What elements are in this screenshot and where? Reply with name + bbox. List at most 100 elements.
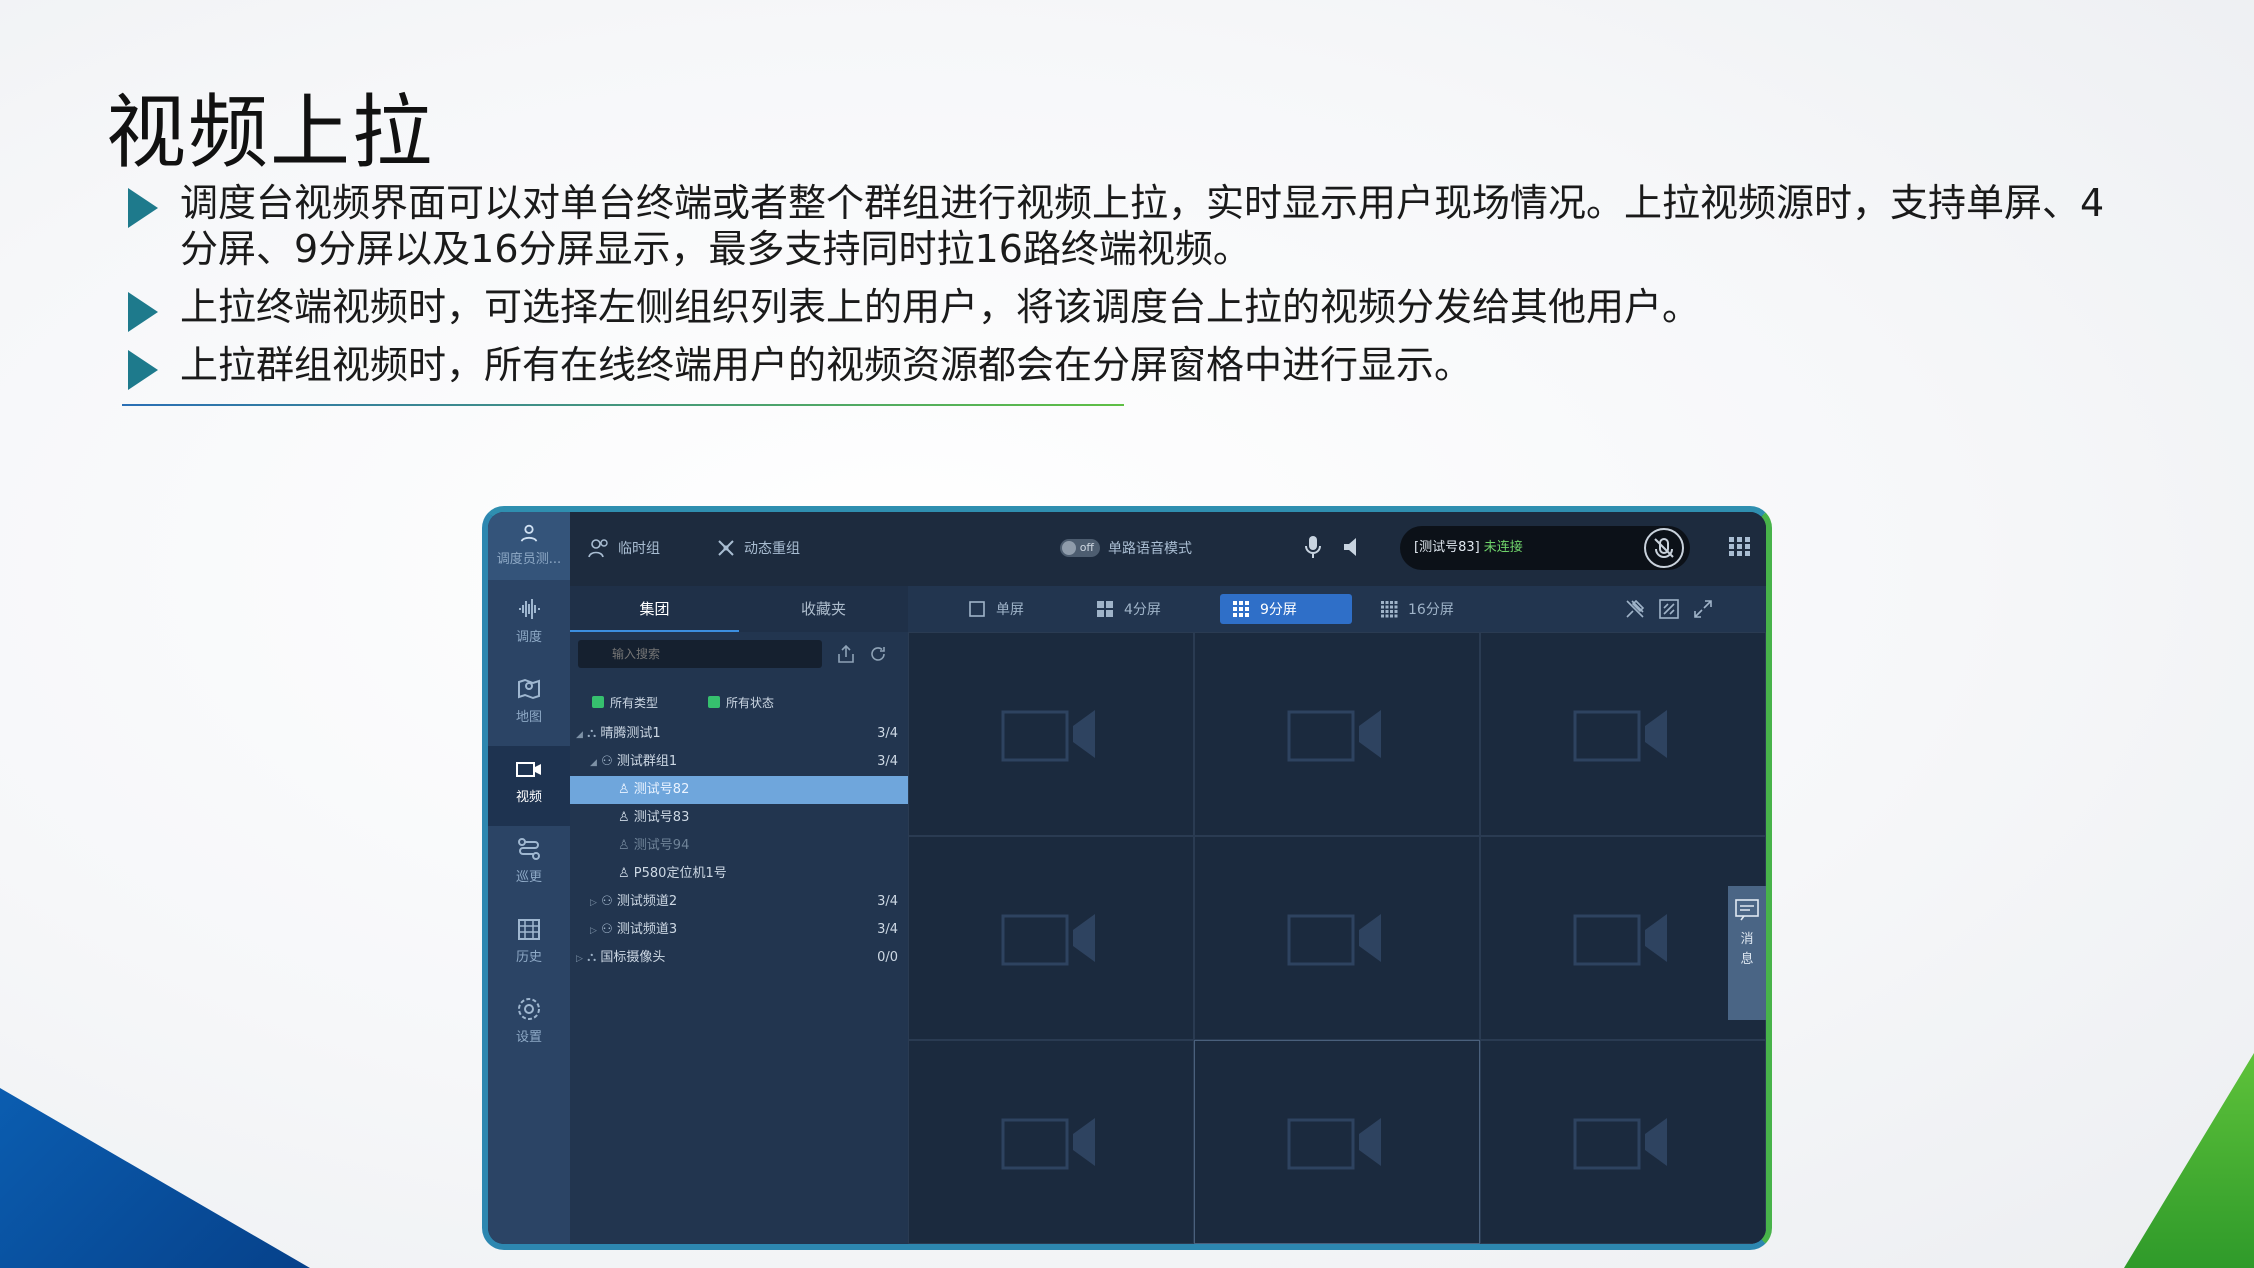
video-cell[interactable]: [1480, 632, 1766, 836]
microphone-icon: [1305, 536, 1321, 558]
tree-row[interactable]: ▷ ⚇ 测试频道3 3/4: [570, 916, 908, 944]
app-grid-button[interactable]: [1728, 536, 1752, 558]
video-cell[interactable]: [1194, 836, 1480, 1040]
title-divider: [122, 404, 1124, 406]
nav-history[interactable]: 历史: [488, 906, 570, 986]
bullet-text: 调度台视频界面可以对单台终端或者整个群组进行视频上拉，实时显示用户现场情况。上拉…: [180, 181, 2105, 271]
speaker-button[interactable]: [1342, 536, 1364, 558]
bullet-triangle-icon: [128, 350, 158, 390]
tab-favorites[interactable]: 收藏夹: [739, 586, 908, 632]
speaker-icon: [1344, 538, 1356, 556]
nav-label: 视频: [515, 790, 542, 805]
tree-row[interactable]: ▷ ⚇ 测试频道2 3/4: [570, 888, 908, 916]
message-icon: [1735, 899, 1759, 921]
video-cell[interactable]: [1194, 632, 1480, 836]
tree-row[interactable]: ♙ P580定位机1号: [570, 860, 908, 888]
layout-sixteen-button[interactable]: 16分屏: [1368, 594, 1466, 624]
nav-label: 调度: [515, 630, 542, 645]
ptt-button[interactable]: [1644, 528, 1684, 568]
tree-row-offline[interactable]: ♙ 测试号94: [570, 832, 908, 860]
nav-label: 地图: [515, 710, 542, 725]
video-cell[interactable]: [1480, 836, 1766, 1040]
search-input[interactable]: [578, 640, 822, 668]
video-settings-icon[interactable]: [1658, 598, 1680, 620]
bullet-triangle-icon: [128, 292, 158, 332]
group-icon: ⚇: [601, 894, 613, 909]
map-icon: [518, 678, 540, 700]
video-placeholder-icon: [1573, 914, 1667, 966]
nav-patrol[interactable]: 巡更: [488, 826, 570, 906]
user-icon: ♙: [618, 782, 630, 797]
filter-state[interactable]: 所有状态: [708, 694, 774, 711]
nav-user[interactable]: 调度员测...: [488, 512, 570, 580]
filter-state-label: 所有状态: [726, 696, 775, 710]
filter-type[interactable]: 所有类型: [592, 694, 658, 711]
video-cell[interactable]: [1480, 1040, 1766, 1244]
tree-row[interactable]: ▷ ⛬ 国标摄像头 0/0: [570, 944, 908, 972]
tree-row[interactable]: ♙ 测试号83: [570, 804, 908, 832]
panel-tabs: 集团 收藏夹: [570, 586, 908, 632]
left-nav: 调度员测... 调度 地图 视频 巡更 历史 设置: [488, 512, 570, 1244]
toggle-switch[interactable]: off: [1060, 539, 1100, 557]
nav-label: 历史: [515, 950, 542, 965]
video-cell[interactable]: [908, 836, 1194, 1040]
bullet-text: 上拉终端视频时，可选择左侧组织列表上的用户，将该调度台上拉的视频分发给其他用户。: [180, 285, 1701, 329]
user-icon: ♙: [618, 838, 630, 853]
app-grid-icon: [1729, 537, 1750, 556]
nav-dispatch[interactable]: 调度: [488, 586, 570, 666]
group-icon: ⚇: [601, 754, 613, 769]
sixteen-screen-icon: [1381, 601, 1398, 618]
status-state: 未连接: [1483, 540, 1523, 555]
nav-map[interactable]: 地图: [488, 666, 570, 746]
unpin-icon[interactable]: [1624, 598, 1646, 620]
group-icon: ⚇: [601, 922, 613, 937]
tab-group[interactable]: 集团: [570, 586, 739, 632]
tree-row[interactable]: ◢ ⛬ 晴腾测试1 3/4: [570, 720, 908, 748]
corner-decoration-green: [2124, 1053, 2254, 1268]
message-side-tab[interactable]: 消 息: [1728, 886, 1766, 1020]
temp-group-button[interactable]: 临时组: [588, 538, 660, 558]
layout-single-button[interactable]: 单屏: [956, 594, 1036, 624]
layout-four-button[interactable]: 4分屏: [1084, 594, 1173, 624]
single-voice-toggle[interactable]: off 单路语音模式: [1060, 538, 1192, 558]
layout-label: 4分屏: [1124, 602, 1161, 618]
dynamic-regroup-button[interactable]: 动态重组: [716, 538, 800, 558]
tree-row-selected[interactable]: ♙ 测试号82: [570, 776, 908, 804]
video-cell-selected[interactable]: [1194, 1040, 1480, 1244]
expand-caret-icon: ◢: [576, 730, 583, 740]
refresh-icon[interactable]: [868, 644, 888, 664]
tree-label: 国标摄像头: [600, 950, 666, 965]
video-placeholder-icon: [1001, 1118, 1095, 1170]
app-window: 调度员测... 调度 地图 视频 巡更 历史 设置 临时组 动态重组 off 单…: [482, 506, 1772, 1250]
org-tree: ◢ ⛬ 晴腾测试1 3/4 ◢ ⚇ 测试群组1 3/4 ♙ 测试号82 ♙ 测试…: [570, 720, 908, 972]
video-cell[interactable]: [908, 632, 1194, 836]
tree-label: 晴腾测试1: [600, 726, 661, 741]
fullscreen-icon[interactable]: [1692, 598, 1714, 620]
nav-settings[interactable]: 设置: [488, 986, 570, 1066]
checkbox-checked-icon: [708, 696, 721, 708]
nav-video[interactable]: 视频: [488, 746, 570, 826]
video-cell[interactable]: [908, 1040, 1194, 1244]
video-placeholder-icon: [1287, 1118, 1381, 1170]
top-toolbar: 临时组 动态重组 off 单路语音模式 [测试号83] 未连接: [570, 512, 1766, 586]
collapse-caret-icon: ▷: [590, 898, 597, 908]
video-grid-9: [908, 632, 1766, 1244]
org-icon: ⛬: [587, 726, 597, 741]
tree-row[interactable]: ◢ ⚇ 测试群组1 3/4: [570, 748, 908, 776]
waveform-icon: [519, 599, 540, 619]
bullet-triangle-icon: [128, 188, 158, 228]
expand-caret-icon: ◢: [590, 758, 597, 768]
filter-row: 所有类型 所有状态: [592, 694, 774, 711]
tree-label: 测试群组1: [616, 754, 678, 769]
microphone-button[interactable]: [1304, 534, 1322, 560]
video-camera-icon: [516, 762, 541, 777]
tree-count: 3/4: [877, 922, 898, 937]
export-icon[interactable]: [836, 644, 856, 664]
nav-label: 调度员测...: [496, 552, 562, 567]
layout-nine-button[interactable]: 9分屏: [1220, 594, 1352, 624]
bullet-2: 上拉终端视频时，可选择左侧组织列表上的用户，将该调度台上拉的视频分发给其他用户。: [124, 284, 2124, 332]
nav-label: 设置: [515, 1030, 542, 1045]
tree-count: 3/4: [877, 894, 898, 909]
video-placeholder-icon: [1001, 710, 1095, 762]
four-screen-icon: [1097, 601, 1113, 617]
